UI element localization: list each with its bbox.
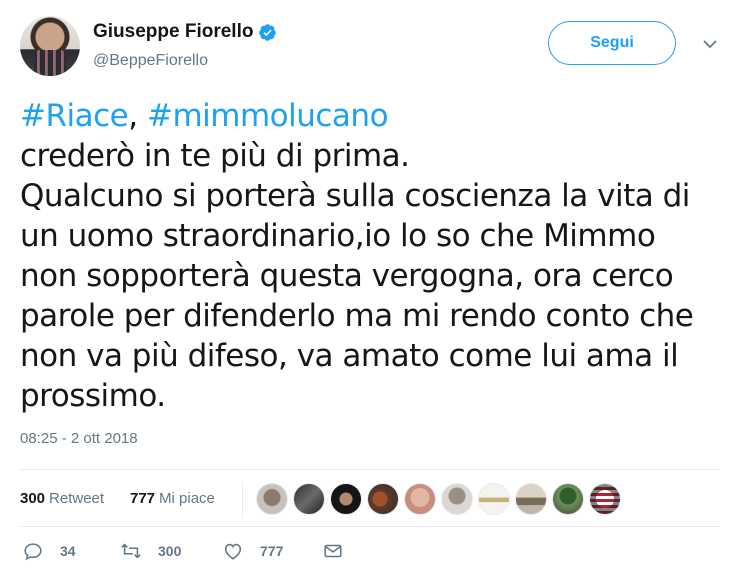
- hashtag-separator: ,: [128, 98, 147, 134]
- stats-separator: [242, 482, 243, 518]
- likes-count: 777: [130, 490, 156, 507]
- like-count: 777: [260, 543, 284, 559]
- tweet-stats: 300 Retweet 777 Mi piace: [20, 480, 720, 518]
- tweet-line: crederò in te più di prima.: [20, 138, 410, 174]
- likes-label: Mi piace: [159, 490, 215, 507]
- tweet-hashtag-line: #Riace, #mimmolucano: [20, 96, 720, 136]
- user-name[interactable]: Giuseppe Fiorello: [93, 21, 253, 43]
- retweets-label: Retweet: [49, 490, 105, 507]
- retweets-stat[interactable]: 300 Retweet: [20, 490, 104, 507]
- tweet-line: non va più difeso, va amato come lui ama…: [20, 338, 679, 374]
- likes-stat[interactable]: 777 Mi piace: [130, 490, 215, 507]
- liker-avatar[interactable]: [552, 483, 584, 515]
- reply-icon: [24, 543, 42, 561]
- retweet-count: 300: [158, 543, 182, 559]
- follow-button[interactable]: Segui: [548, 21, 676, 65]
- divider: [20, 469, 720, 470]
- envelope-icon: [324, 544, 342, 558]
- liker-avatar[interactable]: [404, 483, 436, 515]
- liker-avatar[interactable]: [441, 483, 473, 515]
- reply-count: 34: [60, 543, 76, 559]
- liker-avatar[interactable]: [330, 483, 362, 515]
- liker-avatar[interactable]: [515, 483, 547, 515]
- liker-avatar[interactable]: [256, 483, 288, 515]
- tweet-text: #Riace, #mimmolucano crederò in te più d…: [20, 96, 720, 416]
- chevron-down-icon[interactable]: [700, 34, 720, 54]
- tweet-header: Giuseppe Fiorello @BeppeFiorello Segui: [20, 16, 720, 76]
- heart-icon: [224, 543, 242, 560]
- liker-avatar[interactable]: [478, 483, 510, 515]
- tweet-line: prossimo.: [20, 378, 166, 414]
- tweet-line: non sopporterà questa vergogna, ora cerc…: [20, 258, 674, 294]
- retweets-count: 300: [20, 490, 46, 507]
- liker-avatar[interactable]: [589, 483, 621, 515]
- tweet-line: parole per difenderlo ma mi rendo conto …: [20, 298, 694, 334]
- liker-avatar[interactable]: [293, 483, 325, 515]
- tweet-line: un uomo straordinario,io lo so che Mimmo: [20, 218, 656, 254]
- likers-avatars: [256, 483, 626, 515]
- name-row: Giuseppe Fiorello: [93, 21, 277, 43]
- like-button[interactable]: 777: [222, 540, 283, 562]
- hashtag-link[interactable]: #mimmolucano: [147, 98, 389, 134]
- hashtag-link[interactable]: #Riace: [20, 98, 129, 134]
- divider: [20, 526, 720, 527]
- retweet-icon: [121, 543, 141, 559]
- tweet-timestamp[interactable]: 08:25 - 2 ott 2018: [20, 430, 138, 447]
- avatar-figure: [34, 50, 66, 76]
- tweet-actions: 34 300 777: [20, 540, 720, 570]
- reply-button[interactable]: 34: [22, 540, 76, 562]
- liker-avatar[interactable]: [367, 483, 399, 515]
- direct-message-button[interactable]: [322, 540, 360, 562]
- retweet-button[interactable]: 300: [120, 540, 181, 562]
- user-avatar[interactable]: [20, 16, 80, 76]
- user-handle[interactable]: @BeppeFiorello: [93, 52, 208, 70]
- tweet-line: Qualcuno si porterà sulla coscienza la v…: [20, 178, 690, 214]
- verified-badge-icon: [259, 23, 277, 41]
